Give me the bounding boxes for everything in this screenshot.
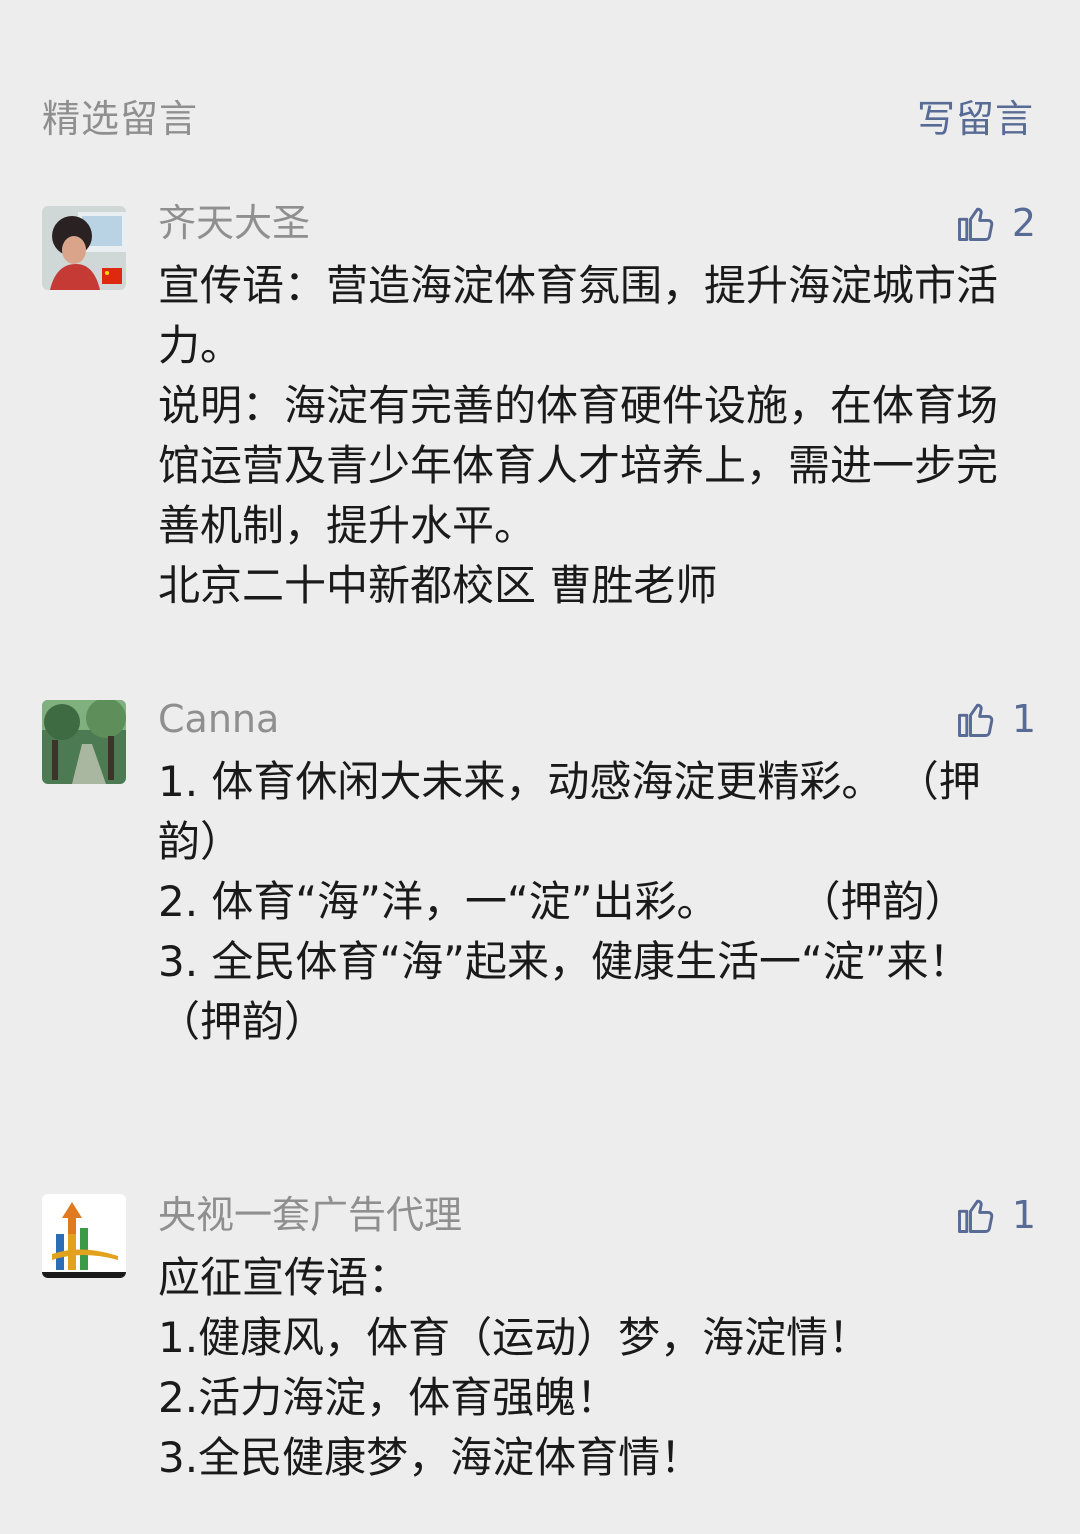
thumbs-up-icon xyxy=(957,1199,994,1233)
comment-item: 央视一套广告代理 1 应征宣传语： 1.健康风，体育（运动）梦，海淀情！ 2.活… xyxy=(0,1190,1080,1510)
like-button[interactable]: 1 xyxy=(954,694,1036,744)
avatar[interactable] xyxy=(42,700,126,784)
comment-nickname[interactable]: 齐天大圣 xyxy=(158,198,310,248)
like-count: 2 xyxy=(1011,201,1036,245)
write-comment-button[interactable]: 写留言 xyxy=(917,88,1034,143)
comment-content: 1. 体育休闲大未来，动感海淀更精彩。 （押韵） 2. 体育“海”洋，一“淀”出… xyxy=(158,757,981,1046)
like-count: 1 xyxy=(1011,1193,1036,1237)
comment-nickname[interactable]: 央视一套广告代理 xyxy=(158,1190,462,1240)
section-title: 精选留言 xyxy=(42,97,199,141)
comment-content: 宣传语：营造海淀体育氛围，提升海淀城市活力。 说明：海淀有完善的体育硬件设施，在… xyxy=(158,261,999,610)
comment-content: 应征宣传语： 1.健康风，体育（运动）梦，海淀情！ 2.活力海淀，体育强魄！ 3… xyxy=(158,1253,871,1482)
comments-header: 精选留言 写留言 xyxy=(0,0,1080,180)
comment-item: 齐天大圣 2 宣传语：营造海淀体育氛围，提升海淀城市活力。 说明：海淀有完善的体… xyxy=(0,198,1080,618)
like-button[interactable]: 1 xyxy=(954,1190,1036,1240)
comment-item: Canna 1 1. 体育休闲大未来，动感海淀更精彩。 （押韵） 2. 体育“海… xyxy=(0,694,1080,1114)
like-button[interactable]: 2 xyxy=(954,198,1036,248)
comment-nickname[interactable]: Canna xyxy=(158,694,279,744)
avatar[interactable] xyxy=(42,206,126,290)
thumbs-up-icon xyxy=(957,703,994,737)
like-count: 1 xyxy=(1011,697,1036,741)
thumbs-up-icon xyxy=(957,207,994,241)
avatar[interactable] xyxy=(42,1194,126,1278)
